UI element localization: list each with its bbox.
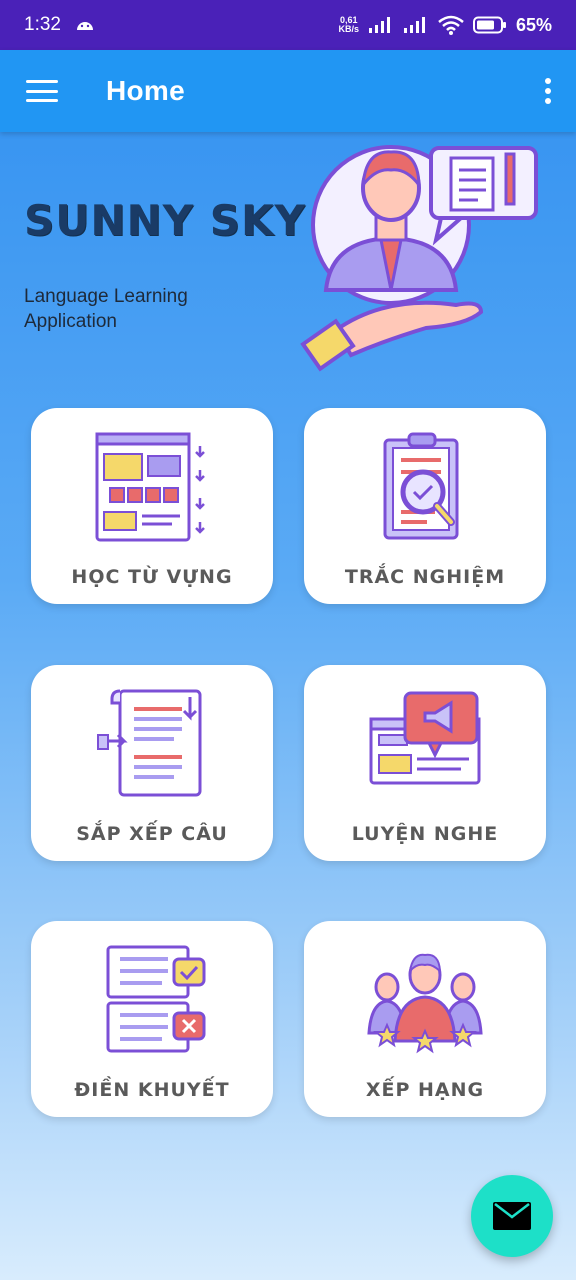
- status-indicators: 0,61 KB/s 65%: [338, 15, 552, 36]
- card-label: XẾP HẠNG: [365, 1079, 485, 1101]
- card-quiz[interactable]: TRẮC NGHIỆM: [304, 408, 546, 604]
- signal-icon: [368, 17, 390, 33]
- app-name-heading: SUNNY SKY: [24, 196, 306, 245]
- status-bar: 1:32 0,61 KB/s 65%: [0, 0, 576, 50]
- page-title: Home: [106, 75, 185, 106]
- teacher-illustration: [300, 145, 538, 372]
- network-speed: 0,61 KB/s: [338, 16, 359, 34]
- mail-icon: [493, 1202, 531, 1230]
- battery-icon: [472, 16, 506, 34]
- battery-percent: 65%: [515, 14, 552, 35]
- card-listening[interactable]: LUYỆN NGHE: [304, 665, 546, 861]
- mail-fab-button[interactable]: [471, 1175, 553, 1257]
- app-bar: Home: [0, 50, 576, 132]
- vocabulary-icon: [95, 432, 205, 542]
- quiz-icon: [383, 432, 459, 540]
- card-ranking[interactable]: XẾP HẠNG: [304, 921, 546, 1117]
- wifi-icon: [438, 15, 464, 35]
- card-label: SẮP XẾP CÂU: [76, 823, 228, 845]
- hamburger-menu-icon[interactable]: [26, 80, 58, 102]
- status-time: 1:32: [24, 14, 61, 35]
- signal-icon-2: [403, 17, 425, 33]
- sentence-order-icon: [97, 689, 202, 797]
- card-label: LUYỆN NGHE: [351, 823, 499, 845]
- fill-blank-icon: [106, 945, 206, 1053]
- app-subtitle: Language Learning Application: [24, 286, 188, 332]
- ranking-icon: [367, 953, 483, 1054]
- listening-icon: [369, 691, 481, 785]
- card-fill-blank[interactable]: ĐIỀN KHUYẾT: [31, 921, 273, 1117]
- card-label: ĐIỀN KHUYẾT: [74, 1079, 230, 1101]
- android-notification-icon: [76, 22, 93, 30]
- network-speed-unit: KB/s: [338, 24, 359, 34]
- card-sentence-order[interactable]: SẮP XẾP CÂU: [31, 665, 273, 861]
- card-vocabulary[interactable]: HỌC TỪ VỰNG: [31, 408, 273, 604]
- more-vertical-icon[interactable]: [542, 78, 554, 104]
- card-label: TRẮC NGHIỆM: [344, 566, 506, 588]
- card-label: HỌC TỪ VỰNG: [71, 566, 233, 588]
